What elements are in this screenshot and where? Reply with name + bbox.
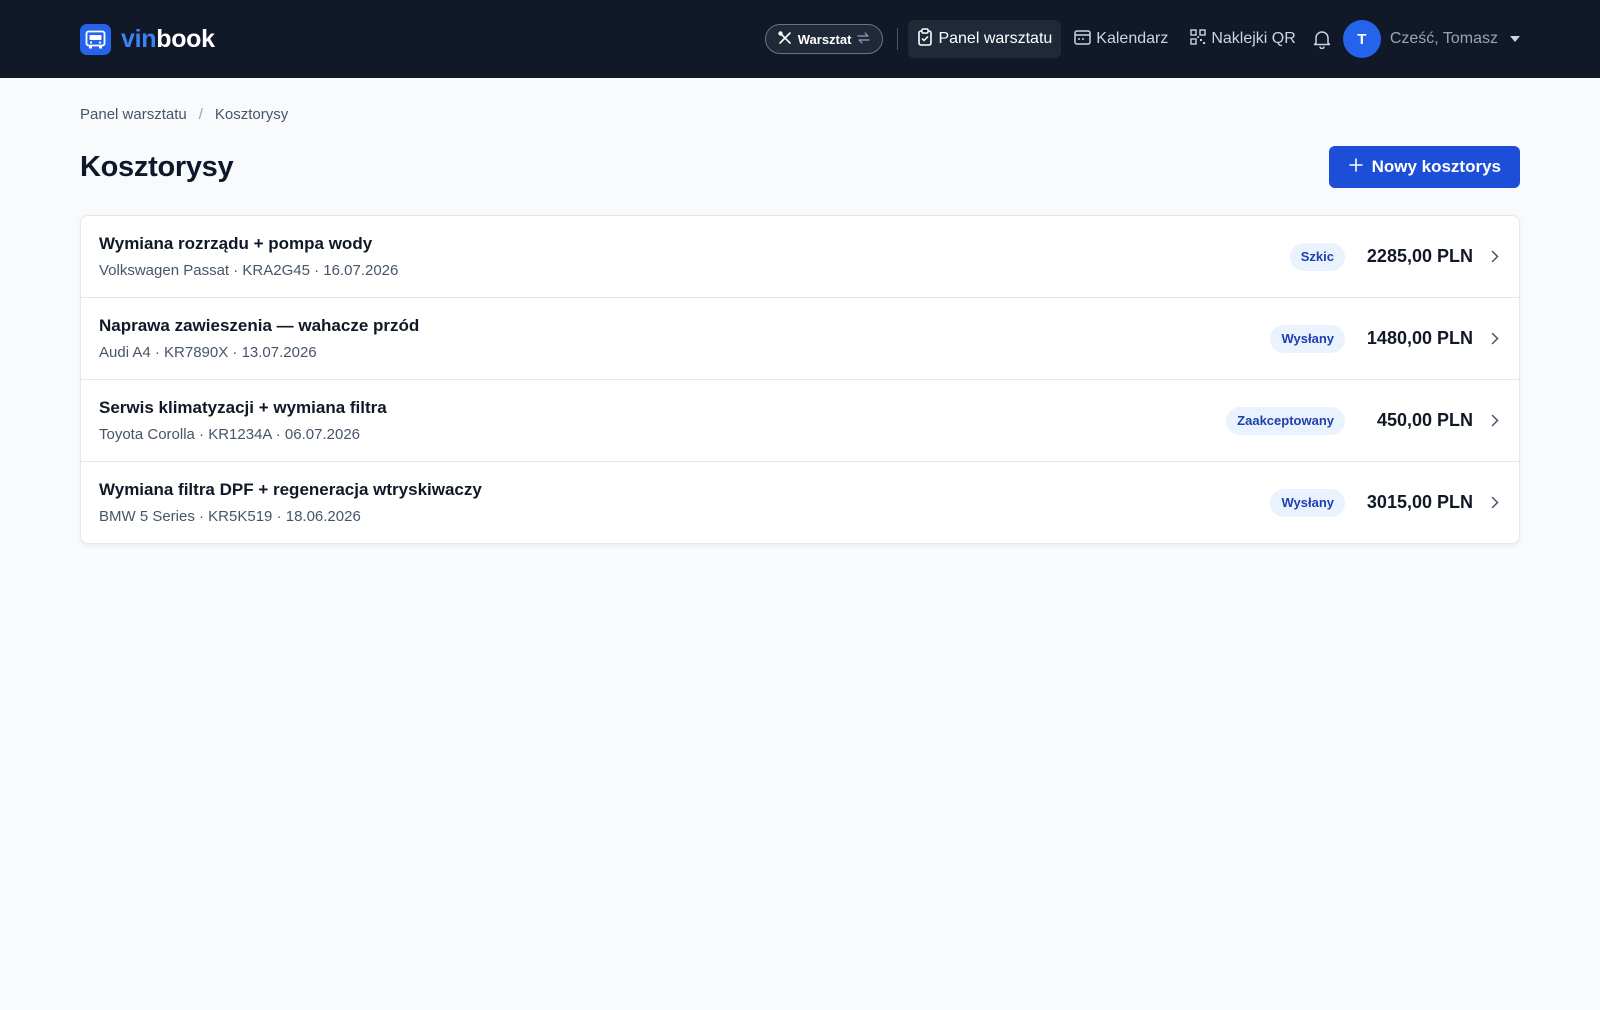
status-badge: Wysłany <box>1270 324 1345 353</box>
chevron-right-icon <box>1491 496 1499 509</box>
new-estimate-label: Nowy kosztorys <box>1371 157 1501 176</box>
status-badge: Szkic <box>1289 242 1345 271</box>
nav-link-label: Kalendarz <box>1096 30 1169 47</box>
chevron-right-icon <box>1491 332 1499 345</box>
plus-icon <box>1348 157 1363 177</box>
user-greeting[interactable]: Cześć, Tomasz <box>1390 30 1498 48</box>
estimate-row[interactable]: Wymiana filtra DPF + regeneracja wtryski… <box>81 462 1519 543</box>
status-badge: Wysłany <box>1270 488 1345 517</box>
estimate-row[interactable]: Wymiana rozrządu + pompa wody Volkswagen… <box>81 216 1519 298</box>
estimate-meta: Volkswagen Passat · KRA2G45 · 16.07.2026 <box>99 262 399 279</box>
chevron-right-icon <box>1491 250 1499 263</box>
nav-link-label: Panel warsztatu <box>938 30 1053 47</box>
estimate-meta: Audi A4 · KR7890X · 13.07.2026 <box>99 344 317 361</box>
status-badge: Zaakceptowany <box>1226 406 1345 435</box>
user-avatar[interactable]: T <box>1342 20 1381 58</box>
car-logo-icon <box>80 23 111 55</box>
tools-icon <box>778 30 792 48</box>
estimate-meta: BMW 5 Series · KR5K519 · 18.06.2026 <box>99 508 361 525</box>
chevron-down-icon[interactable] <box>1510 36 1520 42</box>
nav-divider <box>897 28 899 50</box>
breadcrumb-current: Kosztorysy <box>214 106 289 123</box>
chevron-right-icon <box>1491 414 1499 427</box>
qr-icon <box>1190 28 1207 50</box>
estimate-title: Wymiana rozrządu + pompa wody <box>99 234 373 253</box>
bell-icon[interactable] <box>1313 29 1331 49</box>
estimate-title: Naprawa zawieszenia — wahacze przód <box>99 316 420 335</box>
estimate-title: Serwis klimatyzacji + wymiana filtra <box>99 398 387 417</box>
breadcrumb-parent-link[interactable]: Panel warsztatu <box>80 106 187 123</box>
brand-name: vinbook <box>121 24 215 53</box>
nav-link-qr-stickers[interactable]: Naklejki QR <box>1181 20 1304 58</box>
estimate-amount: 3015,00 PLN <box>1366 492 1473 512</box>
estimate-amount: 2285,00 PLN <box>1366 246 1473 266</box>
workshop-mode-switch[interactable]: Warsztat <box>764 24 884 54</box>
estimate-title: Wymiana filtra DPF + regeneracja wtryski… <box>99 480 482 499</box>
nav-link-label: Naklejki QR <box>1211 30 1296 47</box>
calendar-icon <box>1074 29 1092 50</box>
mode-label: Warsztat <box>797 31 852 47</box>
estimate-meta: Toyota Corolla · KR1234A · 06.07.2026 <box>99 426 360 443</box>
brand-logo-link[interactable]: vinbook <box>80 23 215 55</box>
estimate-row[interactable]: Serwis klimatyzacji + wymiana filtra Toy… <box>81 380 1519 462</box>
estimates-list: Wymiana rozrządu + pompa wody Volkswagen… <box>80 215 1520 544</box>
new-estimate-button[interactable]: Nowy kosztorys <box>1328 146 1520 188</box>
nav-link-panel[interactable]: Panel warsztatu <box>908 20 1062 58</box>
estimate-row[interactable]: Naprawa zawieszenia — wahacze przód Audi… <box>81 298 1519 380</box>
nav-link-calendar[interactable]: Kalendarz <box>1065 20 1177 58</box>
top-navbar: vinbook Warsztat Panel warsztatu Kalenda… <box>0 0 1600 78</box>
swap-icon <box>857 31 871 47</box>
estimate-amount: 1480,00 PLN <box>1366 328 1473 348</box>
estimate-amount: 450,00 PLN <box>1376 410 1473 430</box>
breadcrumb-separator: / <box>198 106 203 123</box>
clipboard-icon <box>917 27 933 51</box>
page-title: Kosztorysy <box>80 150 234 183</box>
breadcrumb: Panel warsztatu / Kosztorysy <box>80 78 1520 123</box>
